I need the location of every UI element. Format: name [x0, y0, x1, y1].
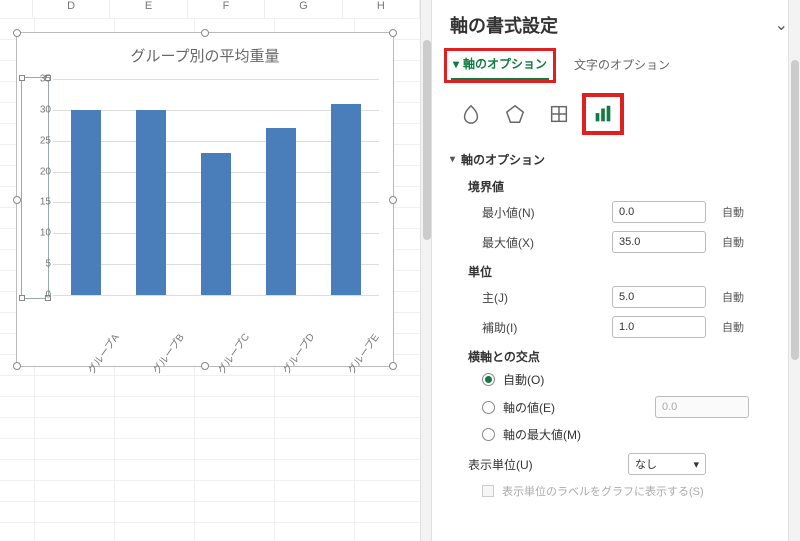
resize-handle[interactable] [13, 29, 21, 37]
display-units-select[interactable]: なし ▾ [628, 453, 706, 475]
y-axis-labels: 05101520253035 [27, 79, 51, 295]
scrollbar-thumb[interactable] [423, 40, 431, 240]
y-tick-label: 0 [27, 290, 51, 301]
cross-max-radio[interactable]: 軸の最大値(M) [450, 422, 788, 447]
major-unit-label: 主(J) [482, 289, 602, 306]
bar[interactable] [136, 110, 166, 295]
units-group-label: 単位 [450, 257, 788, 282]
y-tick-label: 15 [27, 197, 51, 208]
tab-axis-options[interactable]: ▾ 軸のオプション [451, 51, 549, 80]
annotation-highlight: ▾ 軸のオプション [444, 48, 556, 83]
annotation-highlight [582, 93, 624, 135]
chevron-down-icon: ▾ [450, 154, 455, 165]
radio-icon [482, 428, 495, 441]
bar-slot [261, 79, 301, 295]
axis-options-icon[interactable] [588, 99, 618, 129]
y-tick-label: 25 [27, 135, 51, 146]
cross-auto-radio[interactable]: 自動(O) [450, 367, 788, 392]
chevron-down-icon: ▾ [693, 458, 699, 471]
cross-value-input [655, 396, 749, 418]
effects-icon[interactable] [500, 99, 530, 129]
scrollbar-thumb[interactable] [791, 60, 799, 360]
bar-slot [66, 79, 106, 295]
spreadsheet-area: D E F G H グループ別の平均重量 05101520253035 グループ… [0, 0, 420, 541]
bars-container [53, 79, 379, 295]
bar[interactable] [201, 153, 231, 295]
format-category-icons [450, 81, 788, 143]
embedded-chart[interactable]: グループ別の平均重量 05101520253035 グループAグループBグループ… [16, 32, 394, 367]
radio-icon [482, 401, 495, 414]
chart-title[interactable]: グループ別の平均重量 [17, 33, 393, 72]
minor-unit-input[interactable] [612, 316, 706, 338]
collapse-pane-icon[interactable]: ⌄ [775, 15, 788, 35]
chevron-down-icon: ▾ [453, 57, 459, 71]
minor-unit-state: 自動 [722, 319, 744, 335]
resize-handle[interactable] [201, 29, 209, 37]
bar[interactable] [331, 104, 361, 295]
bounds-group-label: 境界値 [450, 172, 788, 197]
section-header-axis-options[interactable]: ▾ 軸のオプション [450, 147, 788, 172]
min-input[interactable] [612, 201, 706, 223]
resize-handle[interactable] [13, 362, 21, 370]
col-header[interactable]: H [343, 0, 420, 18]
pane-title: 軸の書式設定 [450, 12, 558, 38]
cross-value-radio[interactable]: 軸の値(E) [450, 392, 788, 422]
resize-handle[interactable] [389, 196, 397, 204]
radio-label: 自動(O) [503, 371, 544, 388]
column-headers: D E F G H [0, 0, 420, 18]
bar-slot [196, 79, 236, 295]
minor-unit-label: 補助(I) [482, 319, 602, 336]
display-units-label: 表示単位(U) [468, 456, 618, 473]
axis-handle[interactable] [19, 295, 25, 301]
col-header[interactable]: D [33, 0, 110, 18]
tab-label: 軸のオプション [463, 55, 547, 72]
show-units-label-checkbox: 表示単位のラベルをグラフに表示する(S) [450, 479, 788, 499]
radio-icon [482, 373, 495, 386]
pane-scrollbar[interactable] [788, 0, 800, 541]
resize-handle[interactable] [389, 29, 397, 37]
y-tick-label: 30 [27, 104, 51, 115]
vertical-scrollbar[interactable] [420, 0, 432, 541]
bar[interactable] [266, 128, 296, 295]
bar-slot [131, 79, 171, 295]
major-unit-input[interactable] [612, 286, 706, 308]
format-axis-pane: 軸の書式設定 ⌄ ▾ 軸のオプション 文字のオプション ▾ [432, 0, 800, 541]
major-unit-state: 自動 [722, 289, 744, 305]
bar[interactable] [71, 110, 101, 295]
resize-handle[interactable] [13, 196, 21, 204]
radio-label: 軸の値(E) [503, 399, 625, 416]
pane-tabs: ▾ 軸のオプション 文字のオプション [450, 46, 788, 81]
min-state: 自動 [722, 204, 744, 220]
min-label: 最小値(N) [482, 204, 602, 221]
tab-text-options[interactable]: 文字のオプション [572, 52, 672, 79]
x-axis-labels: グループAグループBグループCグループDグループE [53, 301, 379, 371]
axis-handle[interactable] [19, 75, 25, 81]
fill-line-icon[interactable] [456, 99, 486, 129]
section-header-label: 軸のオプション [461, 151, 545, 168]
y-tick-label: 35 [27, 74, 51, 85]
col-header[interactable]: E [110, 0, 187, 18]
y-tick-label: 20 [27, 166, 51, 177]
y-tick-label: 10 [27, 228, 51, 239]
axis-options-section: ▾ 軸のオプション 境界値 最小値(N) 自動 最大値(X) 自動 単位 主(J… [450, 143, 788, 501]
max-state: 自動 [722, 234, 744, 250]
select-value: なし [635, 456, 657, 472]
size-properties-icon[interactable] [544, 99, 574, 129]
gridline [53, 295, 379, 296]
cross-group-label: 横軸との交点 [450, 342, 788, 367]
col-header[interactable]: F [188, 0, 265, 18]
max-label: 最大値(X) [482, 234, 602, 251]
radio-label: 軸の最大値(M) [503, 426, 581, 443]
checkbox-label: 表示単位のラベルをグラフに表示する(S) [502, 483, 704, 499]
bar-slot [326, 79, 366, 295]
y-tick-label: 5 [27, 259, 51, 270]
col-header[interactable]: G [265, 0, 342, 18]
checkbox-icon [482, 485, 494, 497]
row-header-gutter [0, 0, 33, 18]
max-input[interactable] [612, 231, 706, 253]
plot-area[interactable]: 05101520253035 [53, 79, 379, 295]
